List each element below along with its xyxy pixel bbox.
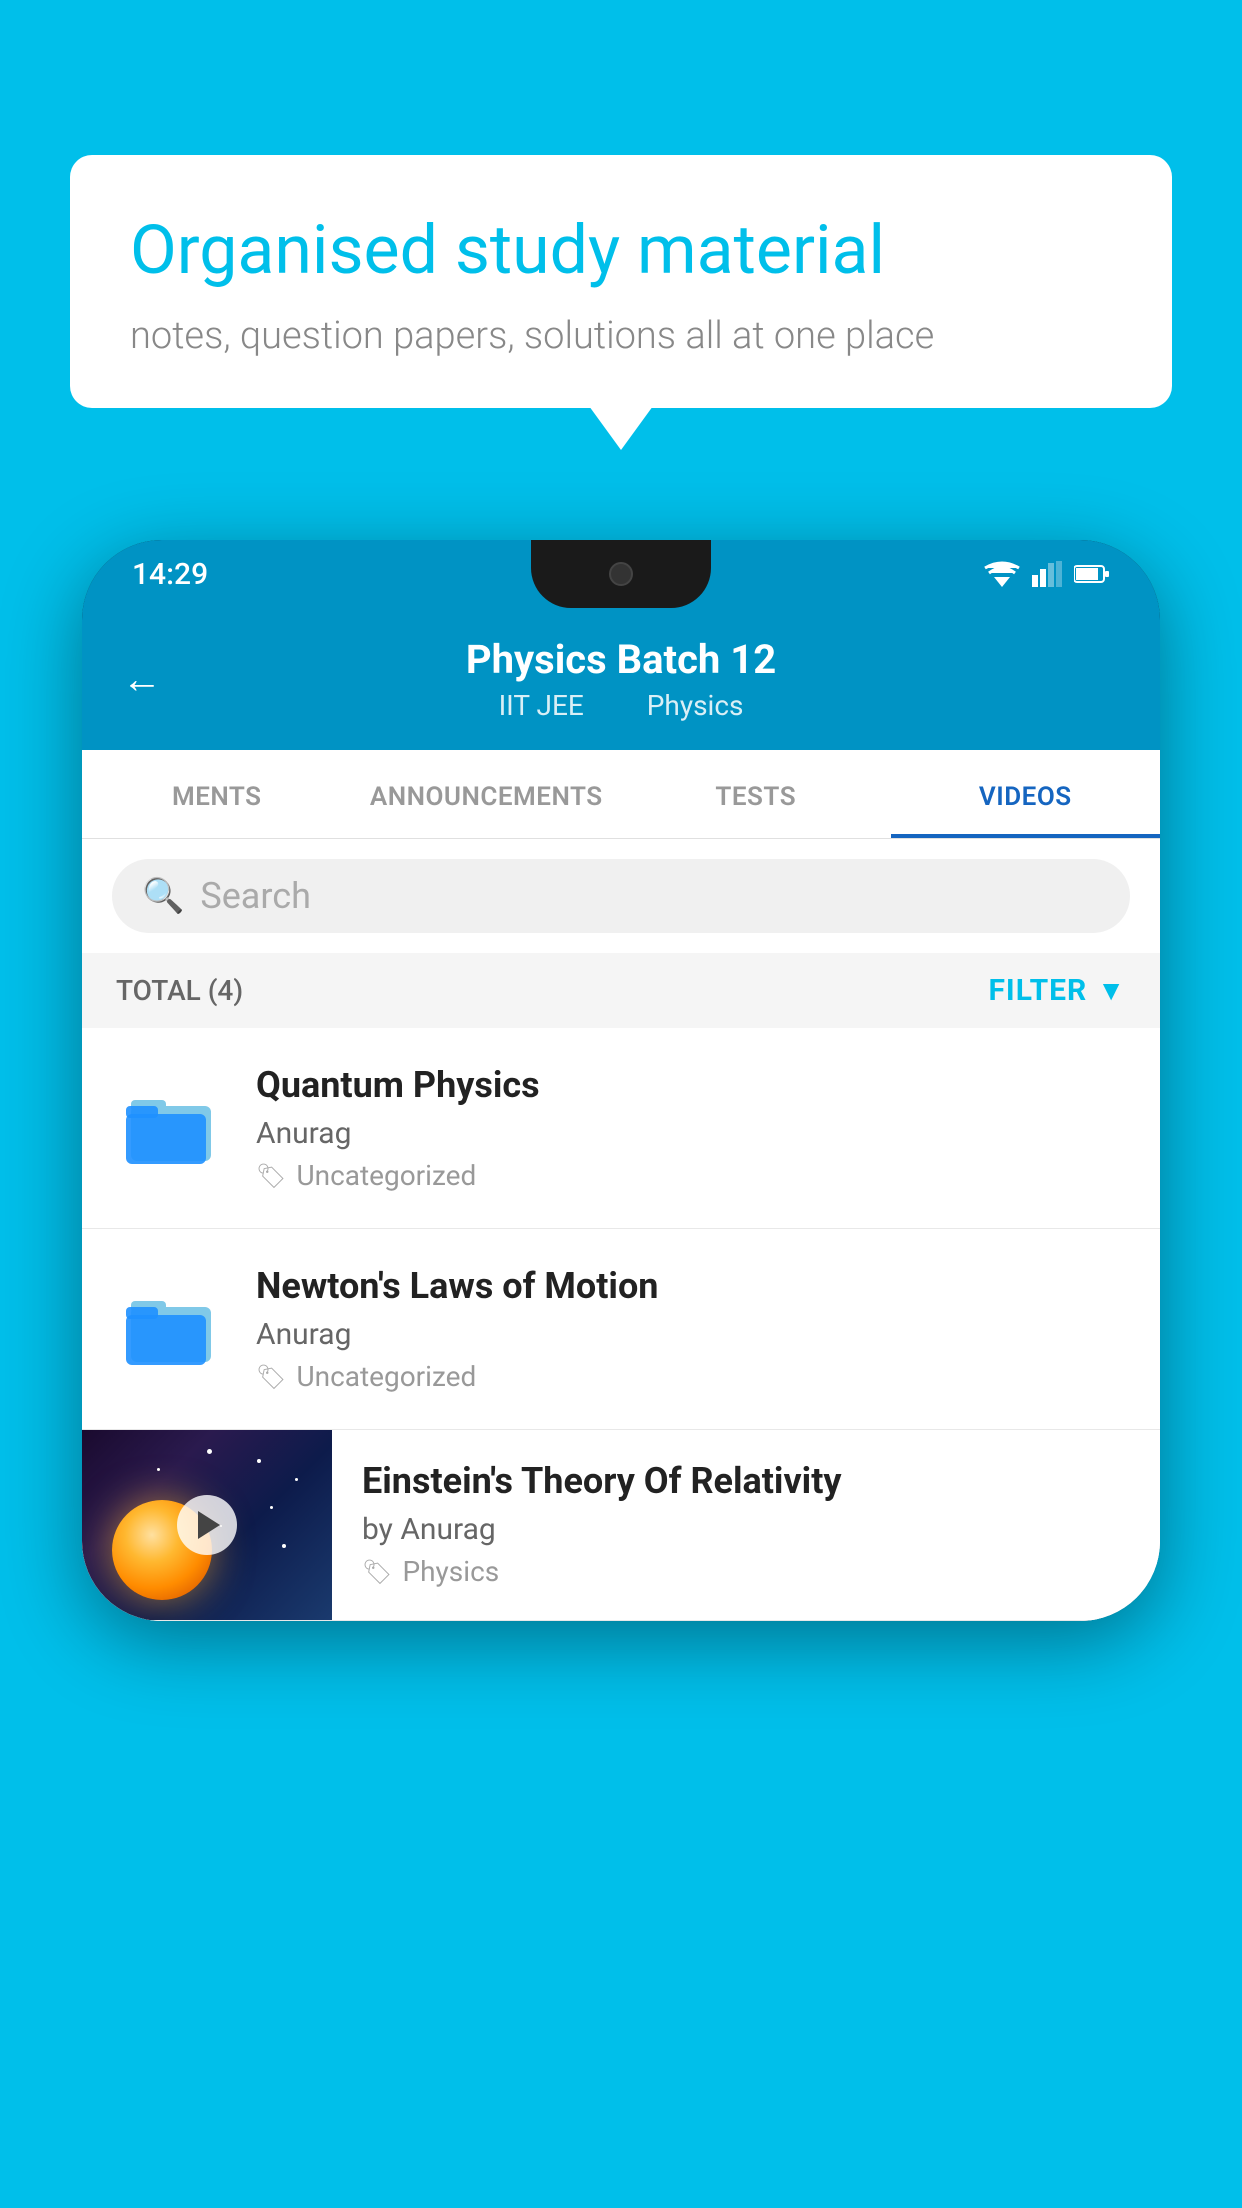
tab-videos[interactable]: VIDEOS <box>891 750 1161 838</box>
einstein-title: Einstein's Theory Of Relativity <box>362 1460 1130 1502</box>
phone-screen: 14:29 <box>82 540 1160 1621</box>
quantum-tag-label: Uncategorized <box>296 1159 476 1192</box>
status-bar: 14:29 <box>82 540 1160 608</box>
app-header: ← Physics Batch 12 IIT JEE Physics <box>82 608 1160 750</box>
tag-icon: 🏷 <box>362 1558 392 1586</box>
wifi-icon <box>984 561 1020 587</box>
newtons-laws-title: Newton's Laws of Motion <box>256 1265 1126 1307</box>
quantum-physics-tag: 🏷 Uncategorized <box>256 1159 1126 1192</box>
quantum-physics-info: Quantum Physics Anurag 🏷 Uncategorized <box>256 1064 1126 1192</box>
phone-notch <box>531 540 711 608</box>
status-icons <box>984 561 1110 587</box>
einstein-author: by Anurag <box>362 1512 1130 1547</box>
header-subtitle: IIT JEE Physics <box>485 689 758 722</box>
einstein-tag: 🏷 Physics <box>362 1555 1130 1588</box>
filter-label: FILTER <box>988 973 1087 1008</box>
quantum-physics-author: Anurag <box>256 1116 1126 1151</box>
tab-ments[interactable]: MENTS <box>82 750 352 838</box>
play-button[interactable] <box>177 1495 237 1555</box>
search-placeholder-text: Search <box>200 875 311 917</box>
folder-icon-quantum <box>116 1073 226 1183</box>
folder-icon-newton <box>116 1274 226 1384</box>
search-input-wrapper[interactable]: 🔍 Search <box>112 859 1130 933</box>
battery-icon <box>1074 564 1110 584</box>
subtitle-physics: Physics <box>647 689 744 722</box>
phone-frame-wrapper: 14:29 <box>82 540 1160 1621</box>
status-time: 14:29 <box>132 557 208 592</box>
video-list: Quantum Physics Anurag 🏷 Uncategorized <box>82 1028 1160 1621</box>
list-item[interactable]: Newton's Laws of Motion Anurag 🏷 Uncateg… <box>82 1229 1160 1430</box>
tag-icon: 🏷 <box>256 1363 286 1391</box>
phone-frame: 14:29 <box>82 540 1160 1621</box>
filter-button[interactable]: FILTER ▼ <box>988 973 1126 1008</box>
speech-bubble-wrapper: Organised study material notes, question… <box>70 155 1172 408</box>
newtons-laws-info: Newton's Laws of Motion Anurag 🏷 Uncateg… <box>256 1265 1126 1393</box>
search-bar-container: 🔍 Search <box>82 839 1160 953</box>
total-count-label: TOTAL (4) <box>116 974 243 1007</box>
tag-icon: 🏷 <box>256 1162 286 1190</box>
quantum-physics-title: Quantum Physics <box>256 1064 1126 1106</box>
play-icon <box>198 1511 220 1539</box>
tab-tests[interactable]: TESTS <box>621 750 891 838</box>
speech-bubble-heading: Organised study material <box>130 210 1112 292</box>
content-area: 🔍 Search TOTAL (4) FILTER ▼ <box>82 839 1160 1621</box>
einstein-relativity-info: Einstein's Theory Of Relativity by Anura… <box>332 1430 1160 1618</box>
speech-bubble-subtext: notes, question papers, solutions all at… <box>130 314 1112 358</box>
newtons-laws-tag: 🏷 Uncategorized <box>256 1360 1126 1393</box>
speech-bubble: Organised study material notes, question… <box>70 155 1172 408</box>
einstein-tag-label: Physics <box>402 1555 499 1588</box>
front-camera <box>609 562 633 586</box>
tab-announcements[interactable]: ANNOUNCEMENTS <box>352 750 622 838</box>
filter-icon: ▼ <box>1097 974 1126 1007</box>
search-icon: 🔍 <box>142 876 184 916</box>
newtons-laws-author: Anurag <box>256 1317 1126 1352</box>
subtitle-iitjee: IIT JEE <box>499 689 584 722</box>
einstein-thumbnail <box>82 1430 332 1620</box>
header-title: Physics Batch 12 <box>466 636 776 683</box>
filter-row: TOTAL (4) FILTER ▼ <box>82 953 1160 1028</box>
newtons-tag-label: Uncategorized <box>296 1360 476 1393</box>
back-button[interactable]: ← <box>122 656 162 703</box>
list-item[interactable]: Quantum Physics Anurag 🏷 Uncategorized <box>82 1028 1160 1229</box>
signal-icon <box>1032 561 1062 587</box>
list-item[interactable]: Einstein's Theory Of Relativity by Anura… <box>82 1430 1160 1621</box>
tabs-bar: MENTS ANNOUNCEMENTS TESTS VIDEOS <box>82 750 1160 839</box>
